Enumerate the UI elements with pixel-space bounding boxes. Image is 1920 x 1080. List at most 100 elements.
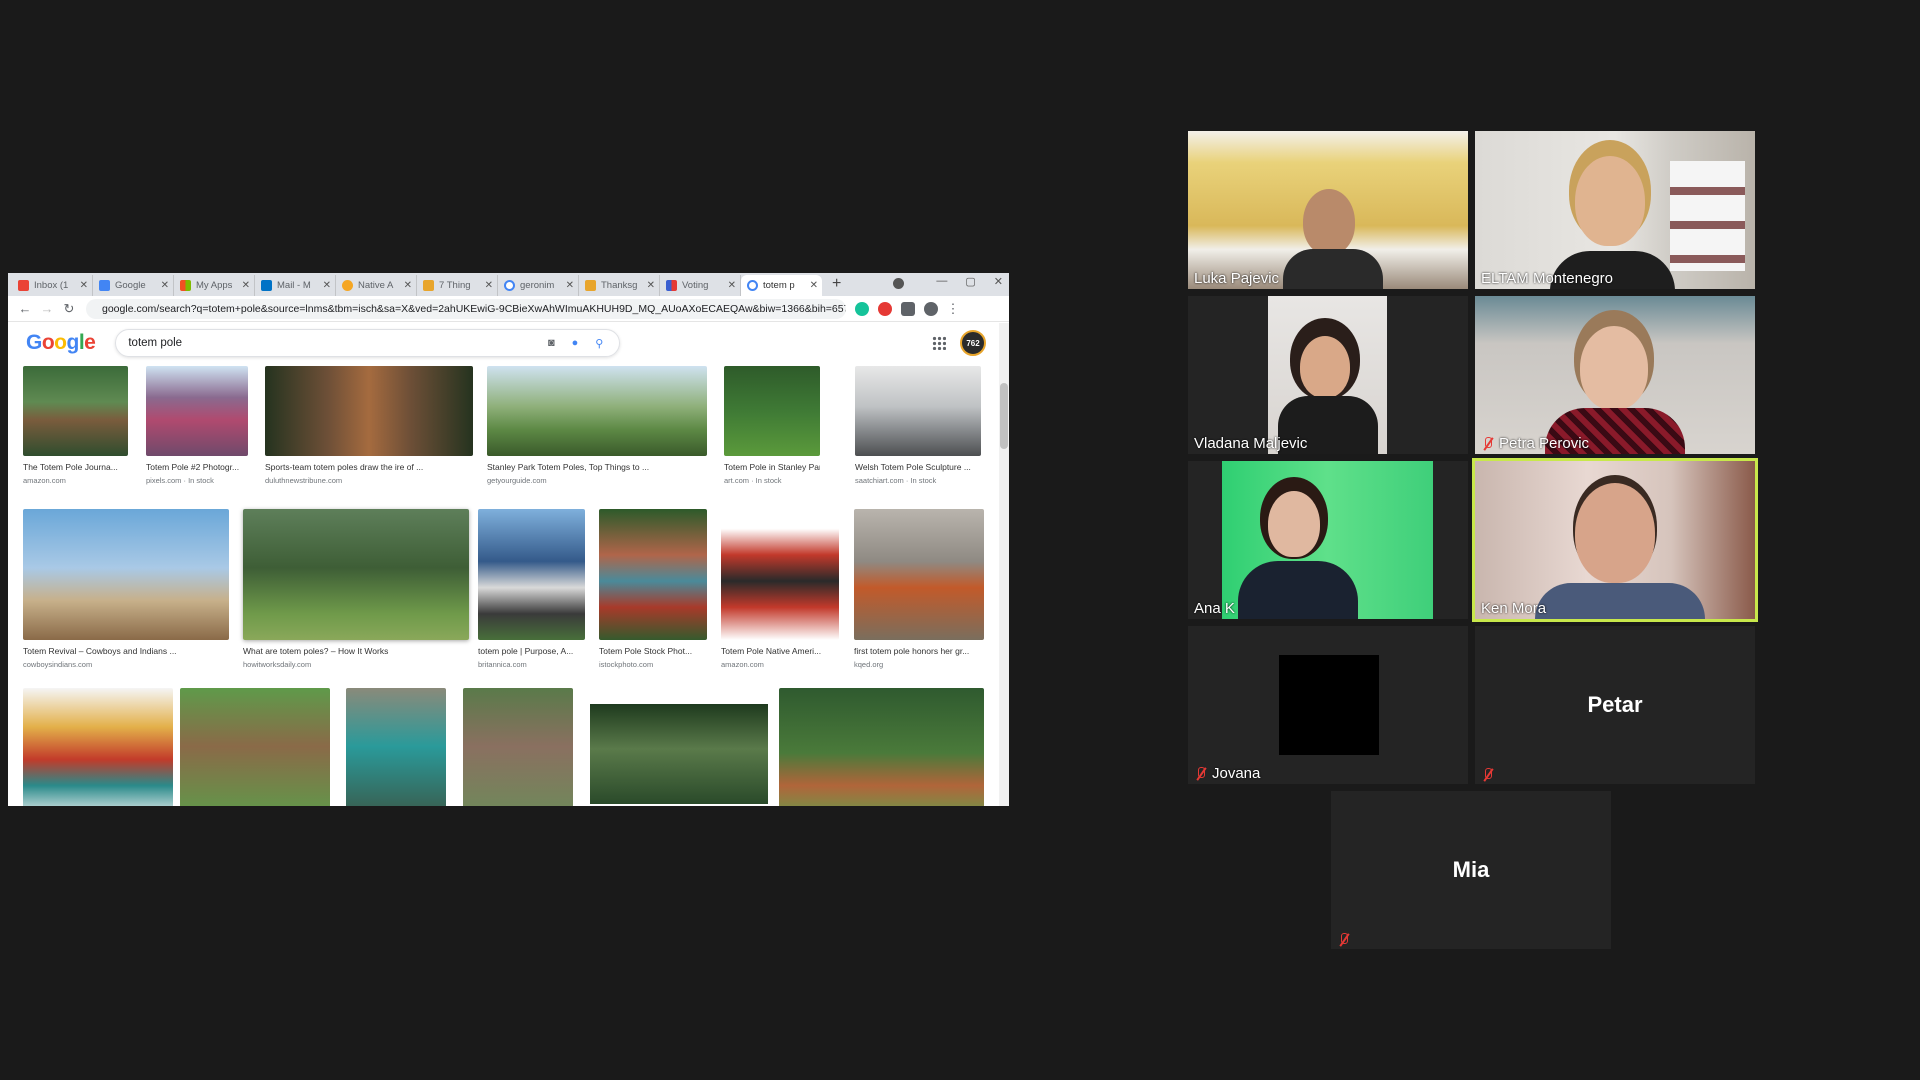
- result-thumbnail[interactable]: [180, 688, 330, 806]
- result-thumbnail[interactable]: [463, 688, 573, 806]
- result-thumbnail[interactable]: [779, 688, 984, 806]
- close-icon[interactable]: ✕: [161, 280, 169, 291]
- result-thumbnail[interactable]: [721, 509, 839, 640]
- image-result[interactable]: Totem Pole Stock Phot... istockphoto.com: [599, 509, 707, 669]
- new-tab-button[interactable]: +: [832, 275, 841, 293]
- participant-video-tile[interactable]: Petar: [1475, 626, 1755, 784]
- participant-video-tile[interactable]: Vladana Maljevic: [1188, 296, 1468, 454]
- image-result[interactable]: Totem Revival – Cowboys and Indians ... …: [23, 509, 229, 669]
- participant-video-tile[interactable]: Petra Perovic: [1475, 296, 1755, 454]
- browser-tab[interactable]: Mail - M ✕: [255, 275, 336, 296]
- puzzle-icon[interactable]: [901, 301, 915, 316]
- back-icon[interactable]: ←: [14, 301, 36, 316]
- google-search-box[interactable]: totem pole ◙ ● ⚲: [115, 329, 621, 357]
- result-caption[interactable]: Totem Pole Stock Phot...: [599, 646, 707, 656]
- result-caption[interactable]: Totem Pole #2 Photogr...: [146, 462, 248, 472]
- image-result[interactable]: [346, 688, 446, 806]
- result-caption[interactable]: Stanley Park Totem Poles, Top Things to …: [487, 462, 707, 472]
- image-result[interactable]: first totem pole honors her gr... kqed.o…: [854, 509, 984, 669]
- result-thumbnail[interactable]: [243, 509, 469, 640]
- result-thumbnail[interactable]: [478, 509, 585, 640]
- page-scrollbar[interactable]: [999, 323, 1009, 806]
- image-result[interactable]: The Totem Pole Journa... amazon.com: [23, 366, 128, 485]
- result-thumbnail[interactable]: [854, 509, 984, 640]
- result-thumbnail[interactable]: [146, 366, 248, 456]
- participant-video-tile[interactable]: Jovana: [1188, 626, 1468, 784]
- minimize-icon[interactable]: —: [936, 275, 947, 289]
- result-caption[interactable]: Sports-team totem poles draw the ire of …: [265, 462, 473, 472]
- maximize-icon[interactable]: ▢: [965, 275, 975, 289]
- participant-video-tile[interactable]: Mia: [1331, 791, 1611, 949]
- search-query[interactable]: totem pole: [128, 337, 182, 349]
- image-result[interactable]: Stanley Park Totem Poles, Top Things to …: [487, 366, 707, 485]
- result-thumbnail[interactable]: [599, 509, 707, 640]
- image-result[interactable]: Totem Pole in Stanley Par... art.com · I…: [724, 366, 820, 485]
- browser-tab[interactable]: 7 Thing ✕: [417, 275, 498, 296]
- image-result[interactable]: Totem Pole Native Ameri... amazon.com: [721, 509, 839, 669]
- result-caption[interactable]: first totem pole honors her gr...: [854, 646, 984, 656]
- result-caption[interactable]: What are totem poles? – How It Works: [243, 646, 469, 656]
- result-caption[interactable]: Totem Pole Native Ameri...: [721, 646, 839, 656]
- result-caption[interactable]: totem pole | Purpose, A...: [478, 646, 585, 656]
- close-icon[interactable]: ✕: [566, 280, 574, 291]
- browser-tab[interactable]: Voting ✕: [660, 275, 741, 296]
- browser-tab[interactable]: Inbox (1 ✕: [12, 275, 93, 296]
- account-avatar[interactable]: 762: [960, 330, 986, 356]
- grammarly-icon[interactable]: [855, 301, 869, 316]
- participant-video-tile[interactable]: ELTAM Montenegro: [1475, 131, 1755, 289]
- result-thumbnail[interactable]: [487, 366, 707, 456]
- participant-video-tile-active-speaker[interactable]: Ken Mora: [1472, 458, 1758, 622]
- close-icon[interactable]: ✕: [728, 280, 736, 291]
- camera-icon[interactable]: ◙: [548, 337, 555, 350]
- browser-tab[interactable]: Google ✕: [93, 275, 174, 296]
- extension-icon[interactable]: [878, 301, 892, 316]
- microphone-icon[interactable]: ●: [572, 337, 579, 350]
- browser-tab[interactable]: Thanksg ✕: [579, 275, 660, 296]
- image-result[interactable]: Welsh Totem Pole Sculpture ... saatchiar…: [855, 366, 981, 485]
- close-icon[interactable]: ✕: [647, 280, 655, 291]
- address-bar[interactable]: google.com/search?q=totem+pole&source=ln…: [86, 298, 846, 319]
- close-icon[interactable]: ✕: [485, 280, 493, 291]
- participant-video-tile[interactable]: Luka Pajevic: [1188, 131, 1468, 289]
- browser-tab-active[interactable]: totem p ✕: [741, 275, 822, 296]
- image-result[interactable]: What are totem poles? – How It Works how…: [243, 509, 469, 669]
- search-icon[interactable]: ⚲: [595, 337, 603, 350]
- result-thumbnail[interactable]: [724, 366, 820, 456]
- profile-avatar-icon[interactable]: [924, 301, 938, 316]
- shared-screen[interactable]: Inbox (1 ✕ Google ✕ My Apps ✕ Mail - M ✕ Nat…: [8, 273, 1009, 806]
- result-caption[interactable]: Totem Revival – Cowboys and Indians ...: [23, 646, 229, 656]
- browser-tab[interactable]: Native A ✕: [336, 275, 417, 296]
- browser-tab[interactable]: geronim ✕: [498, 275, 579, 296]
- result-caption[interactable]: Totem Pole in Stanley Par...: [724, 462, 820, 472]
- result-thumbnail[interactable]: [23, 509, 229, 640]
- reload-icon[interactable]: ↻: [58, 301, 80, 317]
- menu-icon[interactable]: ⋮: [942, 301, 964, 317]
- result-thumbnail[interactable]: [265, 366, 473, 456]
- image-result[interactable]: Sports-team totem poles draw the ire of …: [265, 366, 473, 485]
- result-thumbnail[interactable]: [23, 366, 128, 456]
- result-thumbnail[interactable]: [346, 688, 446, 806]
- result-caption[interactable]: Welsh Totem Pole Sculpture ...: [855, 462, 981, 472]
- result-thumbnail[interactable]: [586, 700, 772, 806]
- image-result[interactable]: totem pole | Purpose, A... britannica.co…: [478, 509, 585, 669]
- scrollbar-thumb[interactable]: [1000, 383, 1008, 449]
- profile-icon[interactable]: [893, 278, 905, 289]
- close-icon[interactable]: ✕: [242, 280, 250, 291]
- participant-video-tile[interactable]: Ana K: [1188, 461, 1468, 619]
- browser-tab[interactable]: My Apps ✕: [174, 275, 255, 296]
- image-result[interactable]: Totem Pole #2 Photogr... pixels.com · In…: [146, 366, 248, 485]
- image-result[interactable]: [180, 688, 330, 806]
- close-icon[interactable]: ✕: [323, 280, 331, 291]
- close-window-icon[interactable]: ✕: [994, 275, 1003, 289]
- image-result[interactable]: [463, 688, 573, 806]
- close-icon[interactable]: ✕: [80, 280, 88, 291]
- apps-grid-icon[interactable]: [932, 336, 946, 350]
- close-icon[interactable]: ✕: [810, 280, 818, 291]
- forward-icon[interactable]: →: [36, 301, 58, 316]
- result-thumbnail[interactable]: [23, 688, 173, 806]
- google-logo[interactable]: Google: [26, 331, 96, 355]
- image-result[interactable]: [586, 688, 772, 806]
- image-result[interactable]: [23, 688, 173, 806]
- result-caption[interactable]: The Totem Pole Journa...: [23, 462, 128, 472]
- close-icon[interactable]: ✕: [404, 280, 412, 291]
